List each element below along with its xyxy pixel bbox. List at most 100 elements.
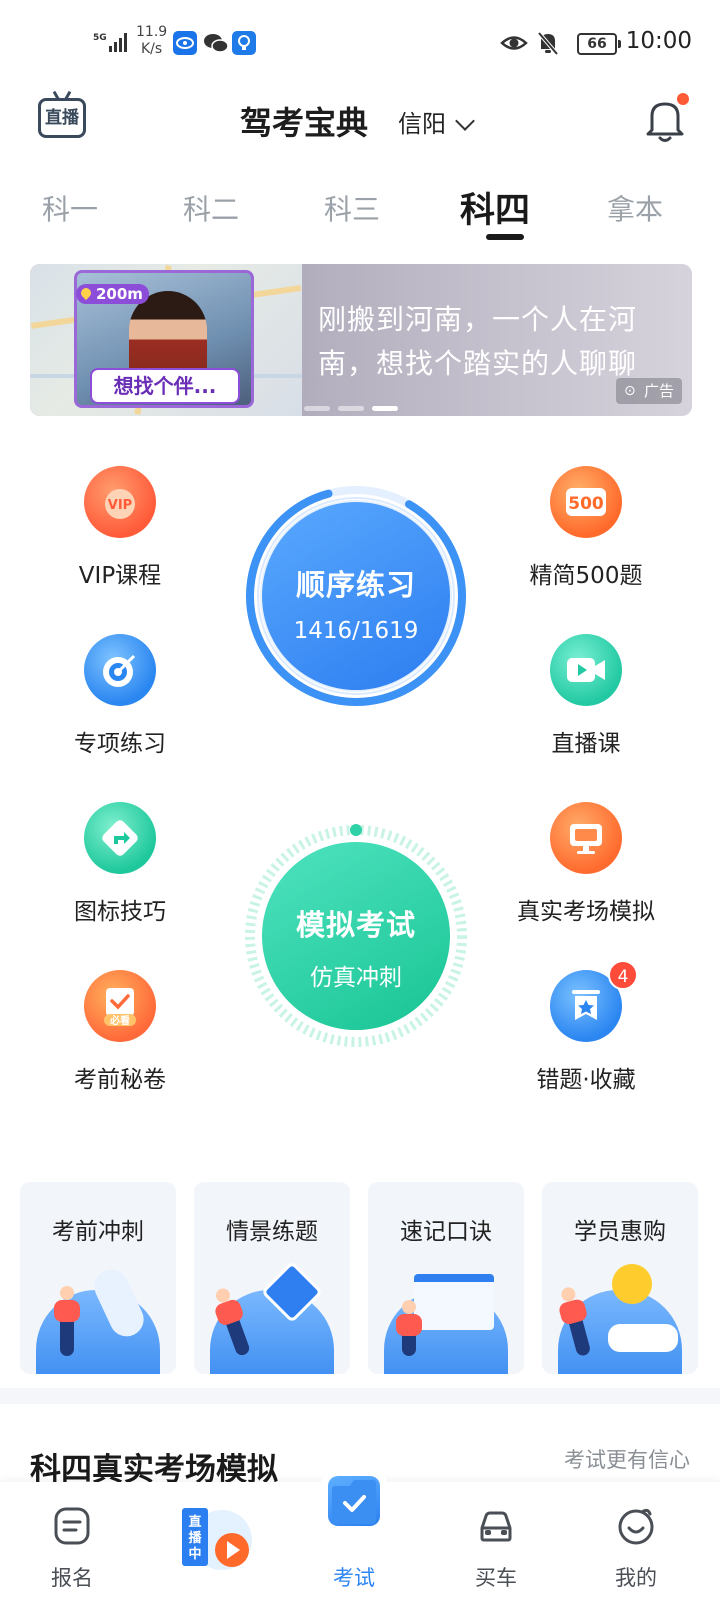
svg-text:500: 500 [568,494,604,514]
city-selector[interactable]: 信阳 [398,104,446,139]
nav-signup[interactable]: 报名 [12,1482,132,1600]
mock-exam[interactable]: 模拟考试 仿真冲刺 [242,822,470,1050]
feature-vip-course[interactable]: VIP VIP课程 [30,466,210,590]
person-illustration [396,1300,422,1356]
status-bar: 5G 11.9 K/s 66 10:00 [0,0,720,88]
svg-text:直: 直 [188,1514,201,1530]
carousel-dots [304,396,406,411]
nav-label: 买车 [475,1566,517,1590]
card-scenario-practice[interactable]: 情景练题 [194,1182,350,1374]
car-illustration [608,1324,678,1352]
app-header: 直播 驾考宝典 信阳 [0,88,720,152]
notification-dot [677,93,689,105]
feature-label: 图标技巧 [74,899,166,925]
card-title: 学员惠购 [574,1219,666,1245]
tab-ke-san[interactable]: 科三 [324,188,380,228]
network-speed: 11.9 K/s [136,24,168,57]
signal-icon: 5G [93,33,127,52]
card-memory-tips[interactable]: 速记口诀 [368,1182,524,1374]
target-icon [84,634,156,706]
card-student-deals[interactable]: 学员惠购 [542,1182,698,1374]
feature-500-questions[interactable]: 500 精简500题 [496,466,676,590]
app-title: 驾考宝典 [240,104,369,142]
wrong-count-badge: 4 [608,960,638,990]
feature-label: 错题·收藏 [536,1067,636,1093]
nav-profile[interactable]: 我的 [576,1482,696,1600]
bottom-nav: 报名 直 播 中 考试 买车 我的 [0,1462,720,1600]
battery-indicator: 66 [577,33,621,55]
svg-text:中: 中 [188,1546,201,1562]
exam-button[interactable]: 模拟考试 仿真冲刺 [262,842,450,1030]
card-title: 速记口诀 [400,1219,492,1245]
feature-secret-paper[interactable]: 必看 考前秘卷 [30,970,210,1094]
exam-title: 模拟考试 [295,908,416,942]
feature-label: 精简500题 [529,563,643,589]
profile-smile-icon [618,1508,654,1545]
banner-text: 刚搬到河南，一个人在河 南，想找个踏实的人聊聊 [318,303,638,380]
feature-label: 考前秘卷 [74,1067,166,1093]
nav-buy-car[interactable]: 买车 [436,1482,556,1600]
500-badge-icon: 500 [550,466,622,538]
person-illustration [54,1286,80,1356]
vip-medal-icon: VIP [84,466,156,538]
tab-ke-si[interactable]: 科四 [460,182,530,233]
live-tv-button[interactable]: 直播 [38,98,86,138]
carousel-dot [338,406,364,411]
lightbulb-app-icon [232,31,256,55]
star-bookmark-icon: 4 [550,960,638,1042]
ordered-practice[interactable]: 顺序练习 1416/1619 [242,482,470,710]
section-subtitle[interactable]: 考试更有信心 [564,1444,690,1474]
carousel-dot [304,406,330,411]
tab-ke-er[interactable]: 科二 [183,188,239,228]
ad-label[interactable]: 广告 [615,378,682,404]
tab-na-ben[interactable]: 拿本 [607,188,663,228]
subject-tabs: 科一 科二 科三 科四 拿本 [0,180,720,240]
chevron-down-icon[interactable] [455,111,475,131]
carousel-dot-active [372,406,398,411]
feature-wrong-favorites[interactable]: 4 错题·收藏 [496,960,676,1094]
nav-label: 考试 [333,1566,375,1590]
feature-label: 真实考场模拟 [517,899,655,925]
practice-progress: 1416/1619 [293,618,419,644]
monitor-icon [550,802,622,874]
ad-banner[interactable]: 200m 想找个伴... 刚搬到河南，一个人在河 南，想找个踏实的人聊聊 广告 [30,264,692,416]
distance-tag: 200m [76,284,149,304]
practice-title: 顺序练习 [295,568,416,602]
secret-paper-icon: 必看 [84,970,156,1042]
tab-ke-yi[interactable]: 科一 [42,188,98,228]
road-sign-icon [84,802,156,874]
app-notification-icon [173,31,197,55]
feature-label: VIP课程 [78,563,162,589]
section-divider [0,1388,720,1404]
clock: 10:00 [625,28,692,54]
mute-bell-icon [537,31,559,56]
video-camera-icon [550,634,622,706]
eye-icon [500,36,528,50]
feature-special-practice[interactable]: 专项练习 [30,634,210,758]
signup-icon [54,1507,90,1545]
nav-exam[interactable]: 考试 [294,1462,414,1600]
card-title: 考前冲刺 [52,1219,144,1245]
live-now-icon[interactable]: 直 播 中 [182,1502,254,1574]
nav-label: 报名 [51,1566,93,1590]
card-title: 情景练题 [226,1219,318,1245]
feature-sign-tips[interactable]: 图标技巧 [30,802,210,926]
nav-label: 我的 [615,1566,657,1590]
feature-live-course[interactable]: 直播课 [496,634,676,758]
coin-illustration [612,1264,652,1304]
wechat-icon [203,31,229,55]
practice-button[interactable]: 顺序练习 1416/1619 [262,502,450,690]
banner-cta[interactable]: 想找个伴... [90,368,240,404]
active-tab-indicator [486,234,524,240]
feature-label: 专项练习 [74,731,166,757]
card-final-sprint[interactable]: 考前冲刺 [20,1182,176,1374]
svg-text:VIP: VIP [108,498,132,513]
svg-text:5G: 5G [93,33,107,43]
board-illustration [414,1274,494,1330]
exam-check-icon [328,1476,380,1526]
svg-text:播: 播 [188,1530,202,1546]
svg-text:必看: 必看 [109,1014,130,1027]
exam-subtitle: 仿真冲刺 [310,965,402,991]
car-icon [480,1511,512,1542]
feature-real-exam-sim[interactable]: 真实考场模拟 [496,802,676,926]
